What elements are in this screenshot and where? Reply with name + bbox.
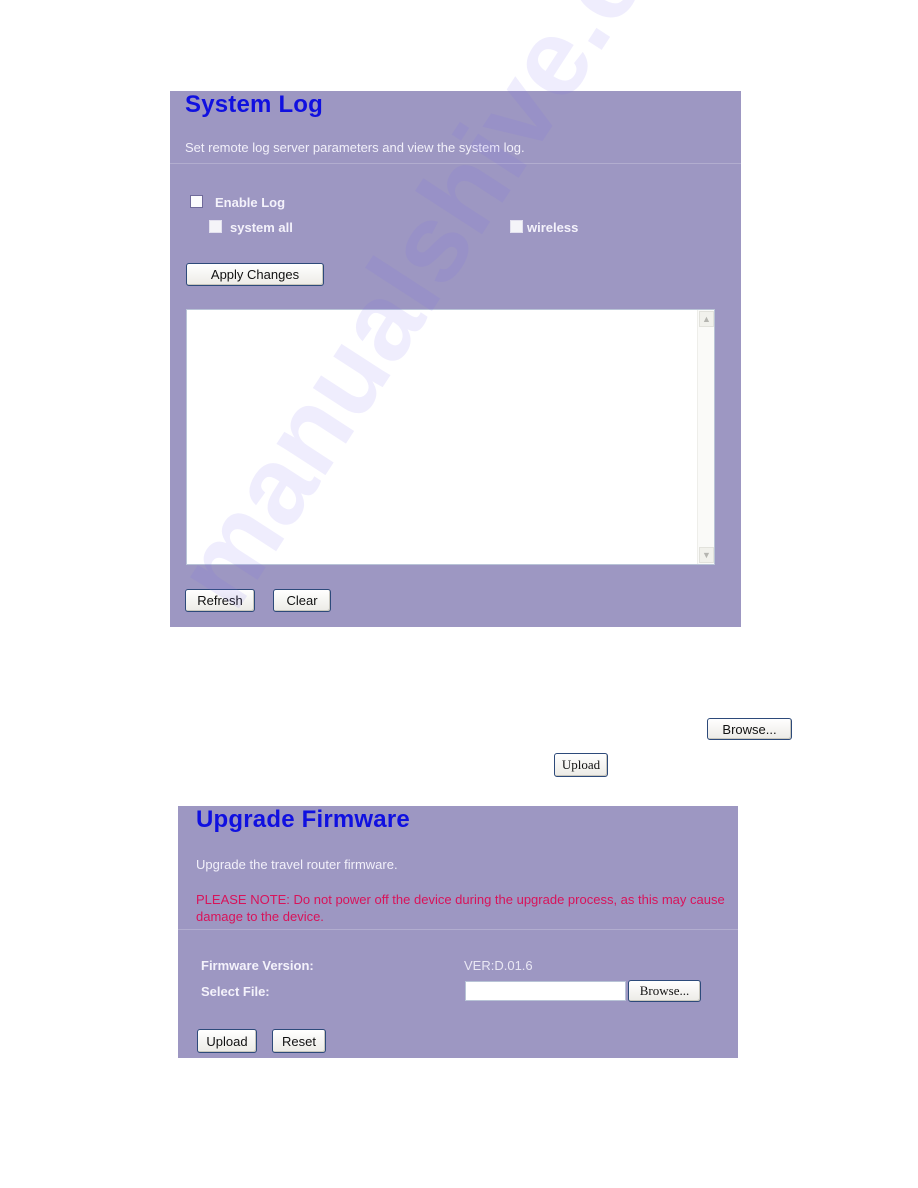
upload-button[interactable]: Upload (197, 1029, 257, 1053)
browse-button-inline[interactable]: Browse... (707, 718, 792, 740)
warning-note: PLEASE NOTE: Do not power off the device… (196, 892, 725, 924)
divider (178, 929, 738, 930)
select-file-label: Select File: (201, 984, 270, 999)
firmware-version-label: Firmware Version: (201, 958, 314, 973)
system-log-panel: System Log Set remote log server paramet… (170, 91, 741, 627)
scroll-down-icon[interactable]: ▼ (699, 547, 714, 563)
wireless-label: wireless (527, 220, 579, 235)
upgrade-firmware-panel: Upgrade Firmware Upgrade the travel rout… (178, 806, 738, 1058)
firmware-description: Upgrade the travel router firmware. (196, 857, 398, 872)
system-all-checkbox[interactable] (209, 220, 222, 233)
wireless-checkbox[interactable] (510, 220, 523, 233)
log-scrollbar[interactable]: ▲ ▼ (697, 310, 714, 564)
firmware-version-value: VER:D.01.6 (464, 958, 533, 973)
reset-button[interactable]: Reset (272, 1029, 326, 1053)
upload-button-inline[interactable]: Upload (554, 753, 608, 777)
apply-changes-button[interactable]: Apply Changes (186, 263, 324, 286)
divider (170, 163, 741, 164)
system-all-label: system all (230, 220, 293, 235)
enable-log-label: Enable Log (215, 195, 286, 210)
page-title: System Log (185, 91, 324, 118)
refresh-button[interactable]: Refresh (185, 589, 255, 612)
clear-button[interactable]: Clear (273, 589, 331, 612)
enable-log-checkbox[interactable] (190, 195, 203, 208)
firmware-title: Upgrade Firmware (196, 806, 410, 833)
page-description: Set remote log server parameters and vie… (185, 140, 525, 155)
scroll-up-icon[interactable]: ▲ (699, 311, 714, 327)
select-file-input[interactable] (465, 981, 626, 1001)
browse-button[interactable]: Browse... (628, 980, 701, 1002)
system-log-textarea[interactable]: ▲ ▼ (186, 309, 715, 565)
